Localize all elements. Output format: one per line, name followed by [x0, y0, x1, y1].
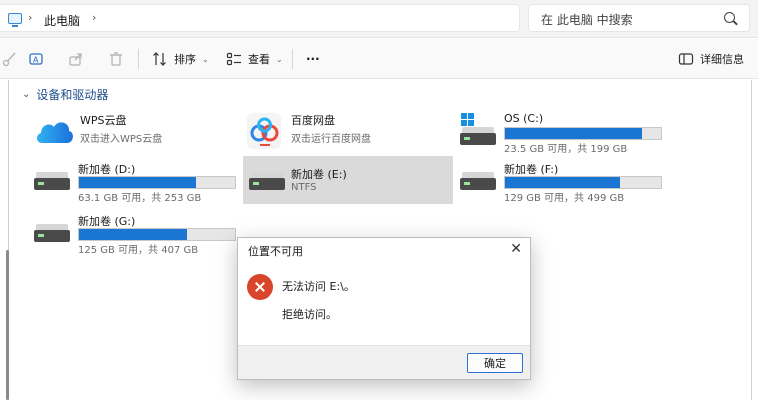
dialog-message: 无法访问 E:\。	[282, 280, 355, 293]
address-bar[interactable]: › 此电脑 ›	[0, 4, 520, 32]
drive-name: WPS云盘	[80, 114, 127, 127]
rename-button[interactable]: A	[28, 47, 44, 71]
view-list-icon	[226, 52, 241, 66]
chevron-down-icon: ⌄	[276, 54, 283, 64]
close-icon[interactable]: ✕	[510, 241, 522, 257]
more-icon: ···	[306, 52, 320, 66]
sort-button[interactable]: 排序 ⌄	[152, 47, 209, 71]
address-row: › 此电脑 › 在 此电脑 中搜索	[0, 0, 758, 38]
drive-subtitle: 129 GB 可用，共 499 GB	[504, 193, 625, 204]
drive-name: 百度网盘	[291, 114, 335, 127]
search-placeholder: 在 此电脑 中搜索	[541, 13, 633, 27]
drive-tile-wps-cloud[interactable]: WPS云盘 双击进入WPS云盘	[34, 107, 246, 155]
delete-button[interactable]	[108, 47, 124, 71]
share-button[interactable]	[68, 47, 84, 71]
drive-usage-bar	[504, 176, 662, 189]
drive-subtitle: 双击运行百度网盘	[291, 134, 371, 145]
drive-tile-d[interactable]: 新加卷 (D:) 63.1 GB 可用，共 253 GB	[32, 156, 244, 204]
breadcrumb-chevron-icon[interactable]: ›	[92, 11, 96, 24]
drive-tile-g[interactable]: 新加卷 (G:) 125 GB 可用，共 407 GB	[32, 208, 244, 256]
search-icon[interactable]	[724, 12, 735, 23]
drive-tile-e[interactable]: 新加卷 (E:) NTFS	[243, 156, 453, 204]
cut-icon	[2, 52, 16, 67]
chevron-down-icon: ⌄	[202, 54, 209, 64]
details-pane-button[interactable]: 详细信息	[678, 47, 744, 71]
error-icon	[247, 274, 273, 300]
drive-usage-bar	[504, 127, 662, 140]
view-button[interactable]: 查看 ⌄	[226, 47, 283, 71]
command-bar: A 排序 ⌄ 查看 ⌄ ··· 详细信息	[0, 39, 758, 79]
drive-name: 新加卷 (F:)	[504, 163, 559, 176]
dialog-detail: 拒绝访问。	[282, 308, 337, 321]
ok-button[interactable]: 确定	[467, 353, 523, 373]
breadcrumb-chevron-icon[interactable]: ›	[28, 11, 32, 24]
drive-tile-baidu-pan[interactable]: 百度网盘 双击运行百度网盘	[245, 107, 457, 155]
section-header-devices[interactable]: ⌄ 设备和驱动器	[22, 86, 108, 103]
drive-subtitle: 63.1 GB 可用，共 253 GB	[78, 193, 202, 204]
hard-drive-icon	[32, 162, 72, 198]
breadcrumb-this-pc[interactable]: 此电脑	[44, 12, 80, 29]
more-options-button[interactable]: ···	[306, 47, 320, 71]
drive-usage-fill	[505, 128, 643, 139]
windows-logo-icon	[461, 113, 474, 126]
error-dialog: 位置不可用 ✕ 无法访问 E:\。 拒绝访问。 确定	[237, 237, 531, 380]
system-drive-icon	[458, 113, 498, 149]
drive-tile-c[interactable]: OS (C:) 23.5 GB 可用，共 199 GB	[458, 107, 670, 155]
view-label: 查看	[248, 53, 270, 66]
drive-usage-bar	[78, 228, 236, 241]
drive-usage-fill	[79, 177, 196, 188]
details-pane-icon	[678, 53, 694, 65]
share-icon	[69, 53, 82, 66]
hard-drive-icon	[32, 214, 72, 250]
sort-label: 排序	[174, 53, 196, 66]
drive-name: 新加卷 (G:)	[78, 215, 136, 228]
svg-text:A: A	[33, 56, 39, 65]
drive-subtitle: 23.5 GB 可用，共 199 GB	[504, 144, 628, 155]
drive-subtitle: 双击进入WPS云盘	[80, 134, 163, 145]
cut-button[interactable]	[2, 47, 18, 71]
this-pc-icon	[8, 13, 22, 27]
drive-usage-fill	[505, 177, 621, 188]
sort-icon	[153, 52, 166, 66]
trash-icon	[110, 52, 122, 66]
vertical-scrollbar-track[interactable]	[751, 80, 752, 400]
hard-drive-icon	[458, 162, 498, 198]
toolbar-divider	[292, 49, 293, 69]
chevron-down-icon: ⌄	[22, 89, 31, 100]
drive-name: 新加卷 (E:)	[291, 168, 347, 181]
drive-tile-f[interactable]: 新加卷 (F:) 129 GB 可用，共 499 GB	[458, 156, 670, 204]
drive-usage-fill	[79, 229, 187, 240]
search-input[interactable]: 在 此电脑 中搜索	[528, 4, 750, 32]
hard-drive-icon	[247, 162, 287, 198]
nav-pane-scrollbar[interactable]	[6, 250, 9, 400]
rename-icon: A	[29, 53, 43, 65]
drive-usage-bar	[78, 176, 236, 189]
details-label: 详细信息	[700, 53, 744, 66]
wps-cloud-icon	[36, 122, 73, 143]
dialog-footer: 确定	[238, 345, 530, 379]
section-title: 设备和驱动器	[36, 88, 109, 102]
drive-filesystem: NTFS	[291, 182, 317, 193]
toolbar-divider	[138, 49, 139, 69]
drive-name: OS (C:)	[504, 112, 544, 125]
dialog-title: 位置不可用	[248, 245, 303, 258]
drive-subtitle: 125 GB 可用，共 407 GB	[78, 245, 199, 256]
baidu-pan-icon	[247, 113, 281, 149]
drive-name: 新加卷 (D:)	[78, 163, 136, 176]
